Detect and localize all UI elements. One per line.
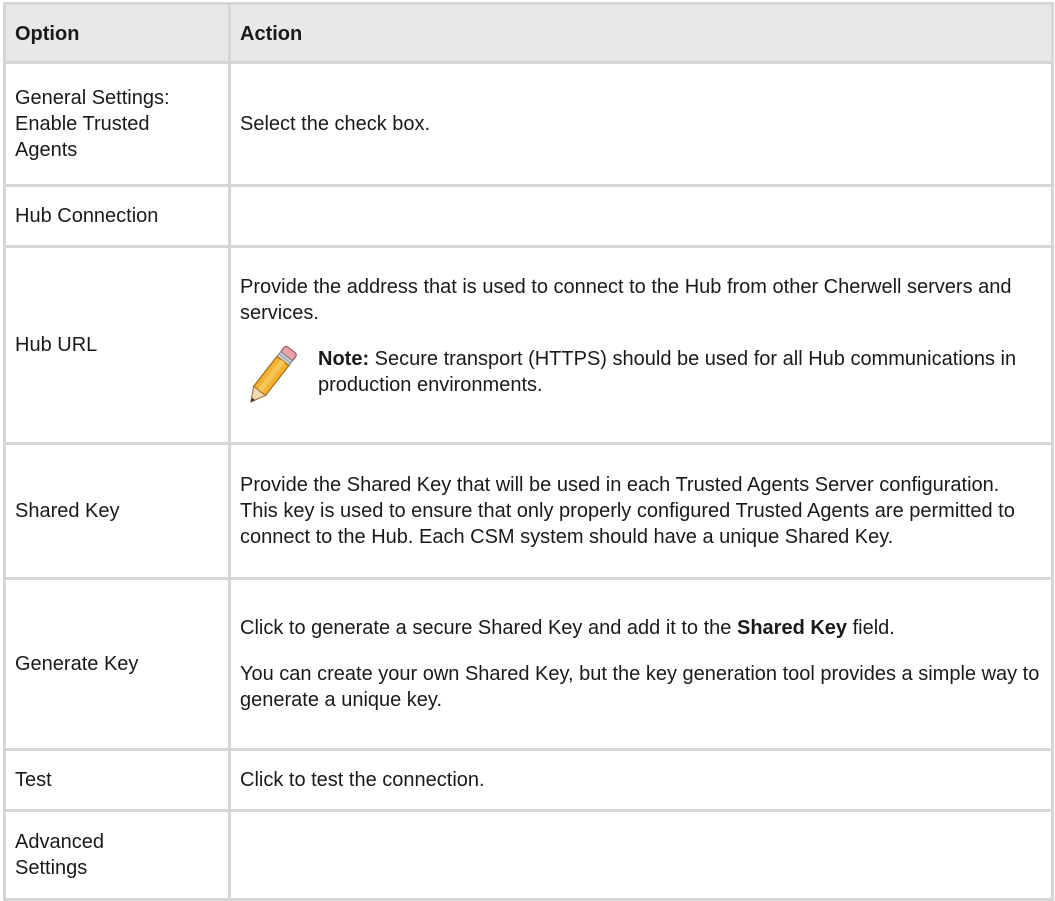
option-general-settings: General Settings: Enable Trusted Agents: [3, 61, 231, 187]
table-row: Test Click to test the connection.: [3, 748, 1054, 812]
option-label: General Settings: Enable Trusted Agents: [15, 87, 170, 161]
option-hub-url: Hub URL: [3, 245, 231, 445]
action-hub-connection: [228, 184, 1054, 248]
table-row: Advanced Settings: [3, 809, 1054, 901]
pencil-icon: [250, 345, 297, 403]
section-advanced-settings: Advanced Settings: [3, 809, 231, 901]
advanced-settings-label: Advanced Settings: [15, 831, 104, 879]
action-hub-url: Provide the address that is used to conn…: [228, 245, 1054, 445]
shared-key-field-ref: Shared Key: [736, 617, 848, 639]
option-generate-key: Generate Key: [3, 577, 231, 751]
header-option: Option: [3, 2, 231, 64]
table-row: General Settings: Enable Trusted Agents …: [3, 61, 1054, 187]
note-label: Note:: [318, 348, 370, 370]
note-text: Note: Secure transport (HTTPS) should be…: [318, 344, 1042, 398]
action-test: Click to test the connection.: [228, 748, 1054, 812]
action-generate-key: Click to generate a secure Shared Key an…: [228, 577, 1054, 751]
action-shared-key: Provide the Shared Key that will be used…: [228, 442, 1054, 580]
action-advanced-settings: [228, 809, 1054, 901]
generate-key-description: Click to generate a secure Shared Key an…: [240, 615, 1042, 641]
note-body: Secure transport (HTTPS) should be used …: [318, 348, 1017, 396]
action-general-settings: Select the check box.: [228, 61, 1054, 187]
option-shared-key: Shared Key: [3, 442, 231, 580]
table-row: Generate Key Click to generate a secure …: [3, 577, 1054, 751]
table-row: Hub Connection: [3, 184, 1054, 248]
generate-key-text-pre: Click to generate a secure Shared Key an…: [240, 617, 737, 639]
hub-url-description: Provide the address that is used to conn…: [240, 276, 1012, 324]
note-callout: Note: Secure transport (HTTPS) should be…: [240, 344, 1042, 416]
header-action: Action: [228, 2, 1054, 64]
section-hub-connection: Hub Connection: [3, 184, 231, 248]
option-test: Test: [3, 748, 231, 812]
options-table: Option Action General Settings: Enable T…: [3, 2, 1054, 901]
table-row: Shared Key Provide the Shared Key that w…: [3, 442, 1054, 580]
generate-key-text-post: field.: [847, 617, 895, 639]
table-header-row: Option Action: [3, 2, 1054, 64]
generate-key-note: You can create your own Shared Key, but …: [240, 663, 1040, 711]
table-row: Hub URL Provide the address that is used…: [3, 245, 1054, 445]
